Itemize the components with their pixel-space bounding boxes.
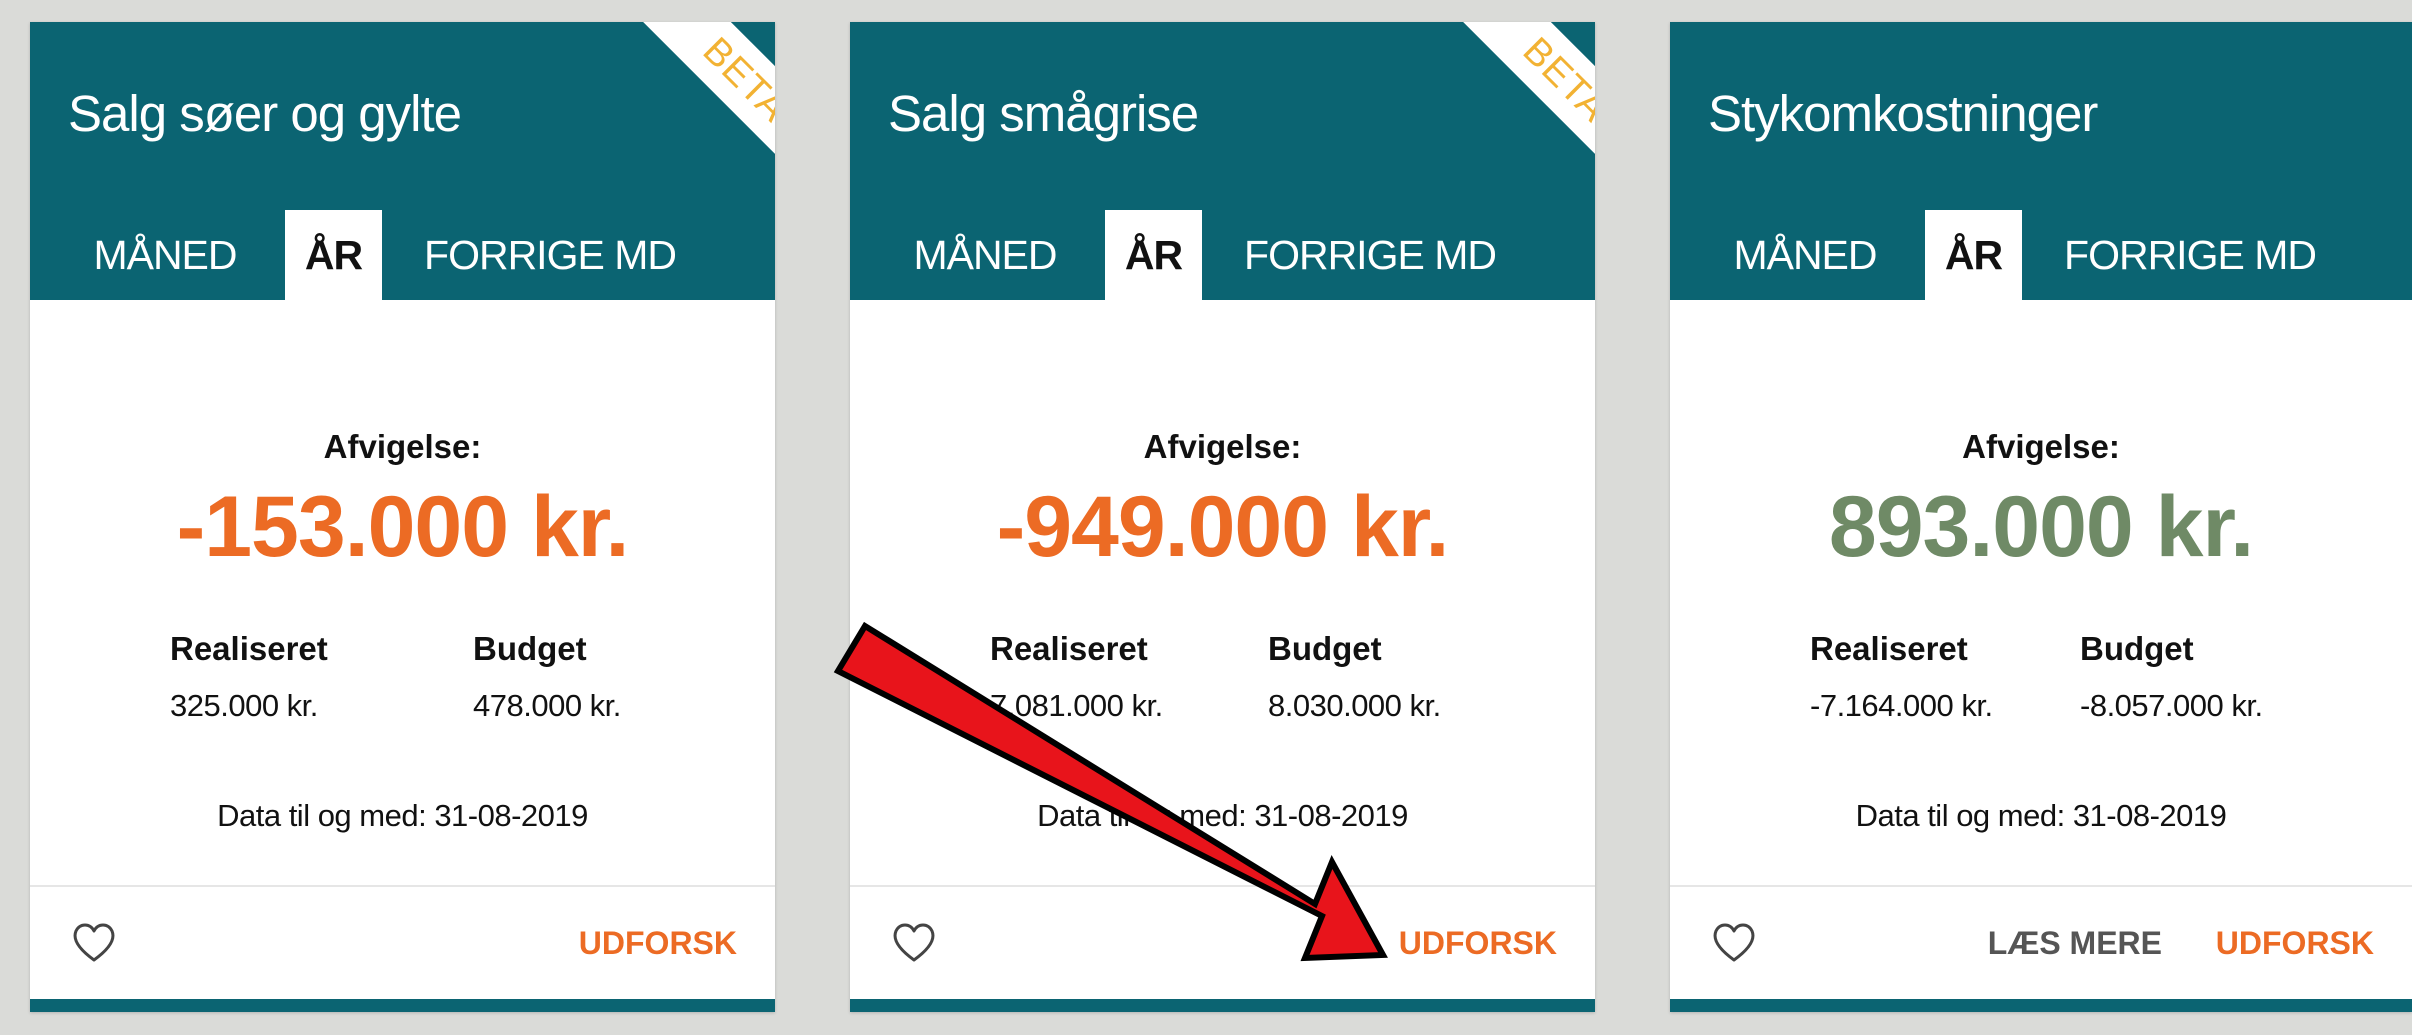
tab-year[interactable]: ÅR xyxy=(1925,210,2022,300)
realized-column: Realiseret 7.081.000 kr. xyxy=(990,630,1163,724)
tab-previous-month[interactable]: FORRIGE MD xyxy=(420,210,680,300)
read-more-button[interactable]: LÆS MERE xyxy=(1988,887,2162,999)
period-tabs: MÅNED ÅR FORRIGE MD xyxy=(30,210,775,300)
beta-badge: BETA xyxy=(1435,22,1595,182)
realized-value: -7.164.000 kr. xyxy=(1810,688,1993,723)
deviation-value: 893.000 kr. xyxy=(1828,479,2254,575)
realized-label: Realiseret xyxy=(1810,630,1968,667)
card-bottom-bar xyxy=(1670,999,2412,1012)
card-body: Afvigelse: -949.000 kr. Realiseret 7.081… xyxy=(850,300,1595,906)
card-title: Salg søer og gylte xyxy=(68,85,462,142)
card-body: Afvigelse: -153.000 kr. Realiseret 325.0… xyxy=(30,300,775,906)
budget-value: 478.000 kr. xyxy=(473,688,621,723)
budget-label: Budget xyxy=(1268,630,1382,667)
tab-year[interactable]: ÅR xyxy=(1105,210,1202,300)
heart-icon[interactable] xyxy=(890,920,938,964)
beta-badge: BETA xyxy=(615,22,775,182)
card-header: Stykomkostninger MÅNED ÅR FORRIGE MD xyxy=(1670,22,2412,300)
card-body: Afvigelse: 893.000 kr. Realiseret -7.164… xyxy=(1670,300,2412,906)
data-until-text: Data til og med: 31-08-2019 xyxy=(1855,798,2227,833)
card-bottom-bar xyxy=(850,999,1595,1012)
realized-label: Realiseret xyxy=(170,630,328,667)
beta-badge-label: BETA xyxy=(638,22,775,182)
explore-button[interactable]: UDFORSK xyxy=(1399,887,1557,999)
card-header: Salg søer og gylte BETA MÅNED ÅR FORRIGE… xyxy=(30,22,775,300)
budget-value: 8.030.000 kr. xyxy=(1268,688,1441,723)
card-footer: LÆS MERE UDFORSK xyxy=(1670,885,2412,987)
deviation-label: Afvigelse: xyxy=(1143,428,1302,465)
tab-month[interactable]: MÅNED xyxy=(90,210,240,300)
deviation-value: -153.000 kr. xyxy=(176,479,630,575)
realized-column: Realiseret 325.000 kr. xyxy=(170,630,328,724)
beta-badge-label: BETA xyxy=(1458,22,1595,182)
realized-value: 325.000 kr. xyxy=(170,688,318,723)
card-bottom-bar xyxy=(30,999,775,1012)
card-title: Stykomkostninger xyxy=(1708,85,2098,142)
realized-label: Realiseret xyxy=(990,630,1148,667)
card-title: Salg smågrise xyxy=(888,85,1199,142)
budget-column: Budget 8.030.000 kr. xyxy=(1268,630,1441,724)
budget-label: Budget xyxy=(2080,630,2194,667)
card-header: Salg smågrise BETA MÅNED ÅR FORRIGE MD xyxy=(850,22,1595,300)
card-stykomkostninger: Stykomkostninger MÅNED ÅR FORRIGE MD Afv… xyxy=(1670,22,2412,1012)
tab-month[interactable]: MÅNED xyxy=(1730,210,1880,300)
heart-icon[interactable] xyxy=(70,920,118,964)
tab-year[interactable]: ÅR xyxy=(285,210,382,300)
budget-label: Budget xyxy=(473,630,587,667)
data-until-text: Data til og med: 31-08-2019 xyxy=(1037,798,1408,833)
budget-value: -8.057.000 kr. xyxy=(2080,688,2263,723)
card-salg-smaagrise: Salg smågrise BETA MÅNED ÅR FORRIGE MD A… xyxy=(850,22,1595,1012)
period-tabs: MÅNED ÅR FORRIGE MD xyxy=(1670,210,2412,300)
realized-value: 7.081.000 kr. xyxy=(990,688,1163,723)
deviation-label: Afvigelse: xyxy=(1962,428,2120,465)
realized-column: Realiseret -7.164.000 kr. xyxy=(1810,630,1993,724)
card-footer: UDFORSK xyxy=(850,885,1595,987)
card-salg-soer-og-gylte: Salg søer og gylte BETA MÅNED ÅR FORRIGE… xyxy=(30,22,775,1012)
deviation-value: -949.000 kr. xyxy=(996,479,1450,575)
explore-button[interactable]: UDFORSK xyxy=(579,887,737,999)
period-tabs: MÅNED ÅR FORRIGE MD xyxy=(850,210,1595,300)
heart-icon[interactable] xyxy=(1710,920,1758,964)
tab-previous-month[interactable]: FORRIGE MD xyxy=(1240,210,1500,300)
deviation-label: Afvigelse: xyxy=(323,428,482,465)
budget-column: Budget 478.000 kr. xyxy=(473,630,621,724)
data-until-text: Data til og med: 31-08-2019 xyxy=(217,798,588,833)
budget-column: Budget -8.057.000 kr. xyxy=(2080,630,2263,724)
tab-previous-month[interactable]: FORRIGE MD xyxy=(2060,210,2320,300)
card-footer: UDFORSK xyxy=(30,885,775,987)
explore-button[interactable]: UDFORSK xyxy=(2216,887,2374,999)
tab-month[interactable]: MÅNED xyxy=(910,210,1060,300)
